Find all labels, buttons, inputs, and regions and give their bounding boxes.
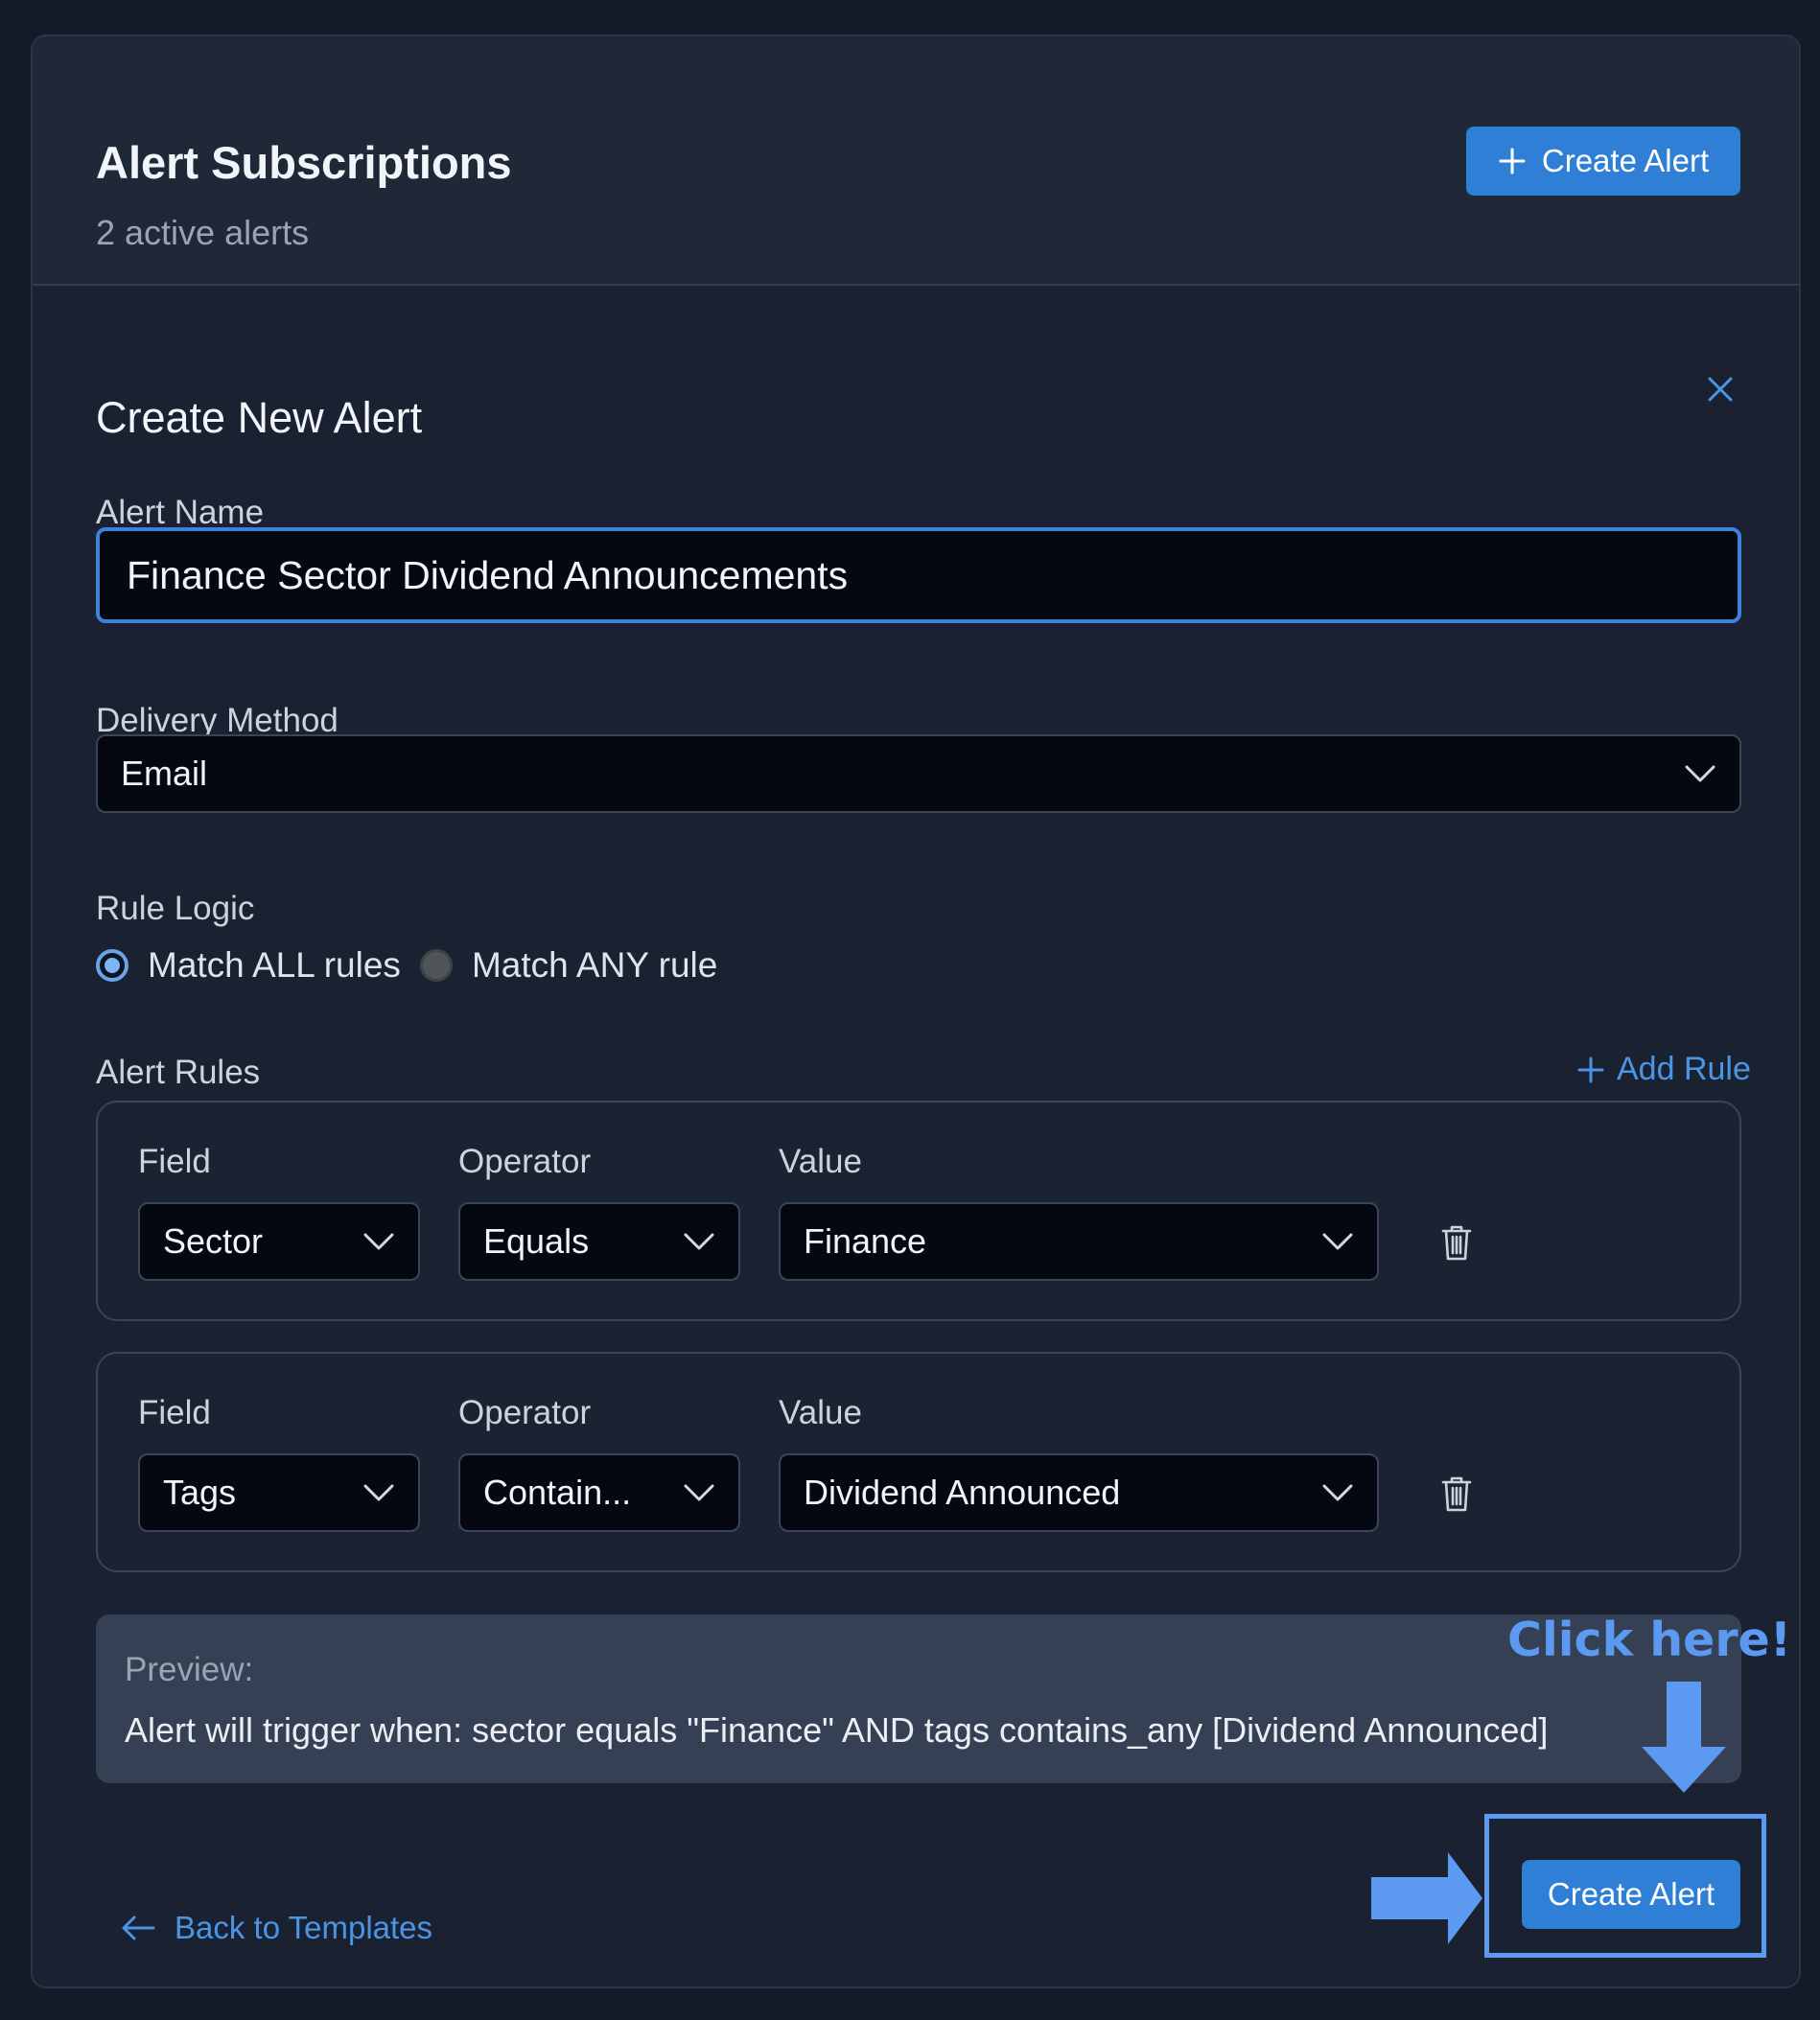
alert-subscriptions-card: Alert Subscriptions 2 active alerts Crea… [31,35,1801,1988]
highlight-box [1484,1814,1766,1958]
operator-select[interactable]: Contain... [458,1453,740,1532]
rule-logic-label: Rule Logic [96,890,255,927]
match-any-label[interactable]: Match ANY rule [472,945,717,986]
chevron-down-icon [684,1484,714,1501]
close-icon[interactable] [1699,368,1741,410]
rule-logic-radio-group: Match ALL rules Match ANY rule [96,943,736,987]
match-all-label[interactable]: Match ALL rules [148,945,401,986]
chevron-down-icon [363,1484,394,1501]
click-here-callout: Click here! [1507,1613,1792,1667]
arrow-down-icon [1642,1682,1726,1793]
alert-name-label: Alert Name [96,494,265,531]
add-rule-button[interactable]: Add Rule [1576,1051,1751,1088]
trash-icon[interactable] [1440,1474,1473,1513]
alert-name-input[interactable]: Finance Sector Dividend Announcements [96,527,1741,623]
operator-label: Operator [458,1394,592,1431]
add-rule-label: Add Rule [1617,1051,1751,1087]
match-all-radio[interactable] [96,949,128,982]
back-to-templates-link[interactable]: Back to Templates [121,1910,432,1946]
arrow-left-icon [122,1916,155,1940]
value-value: Finance [804,1221,927,1261]
chevron-down-icon [1685,765,1715,782]
operator-value: Equals [483,1221,590,1261]
alert-name-value: Finance Sector Dividend Announcements [127,552,849,597]
operator-value: Contain... [483,1473,632,1512]
chevron-down-icon [1322,1233,1353,1250]
value-label: Value [779,1394,862,1431]
header-create-alert-label: Create Alert [1541,143,1710,178]
preview-panel: Preview: Alert will trigger when: sector… [96,1614,1741,1783]
match-any-radio[interactable] [419,949,453,982]
preview-label: Preview: [125,1651,254,1688]
field-label: Field [138,1394,211,1431]
value-select[interactable]: Finance [779,1202,1379,1281]
rule-card: Field Operator Value Sector Equals Finan… [96,1101,1741,1321]
arrow-right-icon [1371,1852,1482,1944]
plus-icon [1577,1056,1604,1082]
preview-text: Alert will trigger when: sector equals "… [125,1710,1549,1750]
back-to-templates-label: Back to Templates [175,1910,433,1945]
rule-card: Field Operator Value Tags Contain... Div… [96,1352,1741,1572]
operator-label: Operator [458,1143,592,1180]
form-title: Create New Alert [96,393,423,442]
field-select[interactable]: Sector [138,1202,420,1281]
chevron-down-icon [1322,1484,1353,1501]
delivery-method-value: Email [121,754,208,793]
field-value: Sector [163,1221,264,1261]
delivery-method-select[interactable]: Email [96,734,1741,813]
field-value: Tags [163,1473,237,1512]
value-value: Dividend Announced [804,1473,1121,1512]
active-alerts-count: 2 active alerts [96,213,310,252]
operator-select[interactable]: Equals [458,1202,740,1281]
trash-icon[interactable] [1440,1223,1473,1262]
chevron-down-icon [363,1233,394,1250]
page-title: Alert Subscriptions [96,137,512,188]
app-root: Alert Subscriptions 2 active alerts Crea… [0,0,1820,2020]
chevron-down-icon [684,1233,714,1250]
value-select[interactable]: Dividend Announced [779,1453,1379,1532]
plus-icon [1499,148,1526,174]
alert-rules-label: Alert Rules [96,1054,261,1091]
header-create-alert-button[interactable]: Create Alert [1466,127,1740,196]
close-glyph [1708,377,1733,402]
field-select[interactable]: Tags [138,1453,420,1532]
value-label: Value [779,1143,862,1180]
field-label: Field [138,1143,211,1180]
